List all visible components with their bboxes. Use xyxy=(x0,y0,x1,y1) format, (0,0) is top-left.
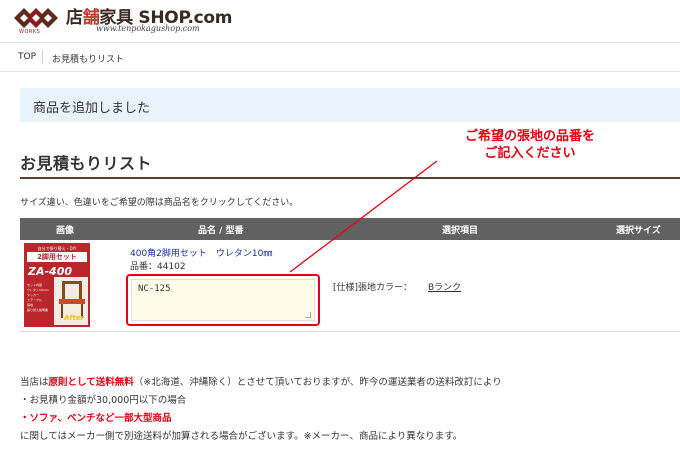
page-title: お見積もりリスト xyxy=(20,154,153,173)
table-row: 自分で張り替え・DIY 2脚用セット ZA-400 After セット内容 ウレ… xyxy=(20,240,680,332)
title-divider xyxy=(20,177,680,179)
added-notice-text: 商品を追加しました xyxy=(33,101,151,116)
shipping-note-emphasis: 原則として送料無料 xyxy=(48,377,134,388)
chair-leg-shape xyxy=(61,304,63,318)
remarks-highlight xyxy=(126,274,320,326)
shipping-note-line-3: ・ソファ、ベンチなど一部大型商品 xyxy=(20,410,172,424)
shipping-note-emphasis: ・ソファ、ベンチなど一部大型商品 xyxy=(20,413,172,424)
fabric-code-input[interactable] xyxy=(131,279,315,321)
site-header: WORKS 店舗家具 SHOP.com www.tenpokagushop.co… xyxy=(0,0,680,42)
breadcrumb-current: お見積もりリスト xyxy=(52,55,125,65)
resize-grip-icon[interactable] xyxy=(305,312,311,318)
shipping-note-line-1: 当店は原則として送料無料（※北海道、沖縄除く）とさせて頂いておりますが、昨今の運… xyxy=(20,374,502,388)
option-value: Bランク xyxy=(428,283,462,293)
site-name-part: 店 xyxy=(66,8,83,28)
instructions-text: サイズ違い、色違いをご希望の際は商品名をクリックしてください。 xyxy=(20,198,299,208)
chair-icon xyxy=(62,281,82,299)
site-url: www.tenpokagushop.com xyxy=(96,24,200,33)
column-header-option: 選択項目 xyxy=(442,226,479,236)
annotation-line-1: ご希望の張地の品番を xyxy=(464,129,595,144)
column-header-name: 品名 / 型番 xyxy=(198,226,244,236)
shipping-note-text: 当店は xyxy=(20,377,49,388)
annotation-line-2: ご記入ください xyxy=(484,146,576,161)
column-header-image: 画像 xyxy=(56,226,75,236)
breadcrumb: TOP お見積もりリスト xyxy=(0,42,680,72)
shipping-note-text: （※北海道、沖縄除く）とさせて頂いておりますが、昨今の運送業者の送料改訂により xyxy=(133,377,502,388)
shipping-note-line-2: ・お見積り金額が30,000円以下の場合 xyxy=(20,395,187,406)
breadcrumb-separator xyxy=(42,50,43,64)
product-image[interactable]: 自分で張り替え・DIY 2脚用セット ZA-400 After セット内容 ウレ… xyxy=(24,243,90,327)
quote-table-header: 画像 品名 / 型番 選択項目 選択サイズ xyxy=(20,218,680,240)
breadcrumb-top-link[interactable]: TOP xyxy=(18,52,36,62)
product-image-after: After xyxy=(64,314,85,322)
product-image-band: 2脚用セット xyxy=(27,252,87,262)
product-image-list-item: 張り替え説明書 xyxy=(27,308,49,312)
product-name-link[interactable]: 400角2脚用セット ウレタン10㎜ xyxy=(130,246,272,259)
product-image-list: セット内容 ウレタン10mm タッカー ステープル 張地 張り替え説明書 xyxy=(27,283,54,313)
logo-works-text: WORKS xyxy=(19,29,41,35)
annotation-callout: ご希望の張地の品番を ご記入ください xyxy=(430,128,630,162)
column-header-size: 選択サイズ xyxy=(616,226,661,236)
option-label: [仕様]張地カラー： xyxy=(333,283,413,293)
added-notice: 商品を追加しました xyxy=(20,88,680,122)
product-code: 品番：44102 xyxy=(130,262,186,272)
shipping-note-line-4: に関してはメーカー側で別途送料が加算される場合がございます。※メーカー、商品によ… xyxy=(20,431,463,442)
